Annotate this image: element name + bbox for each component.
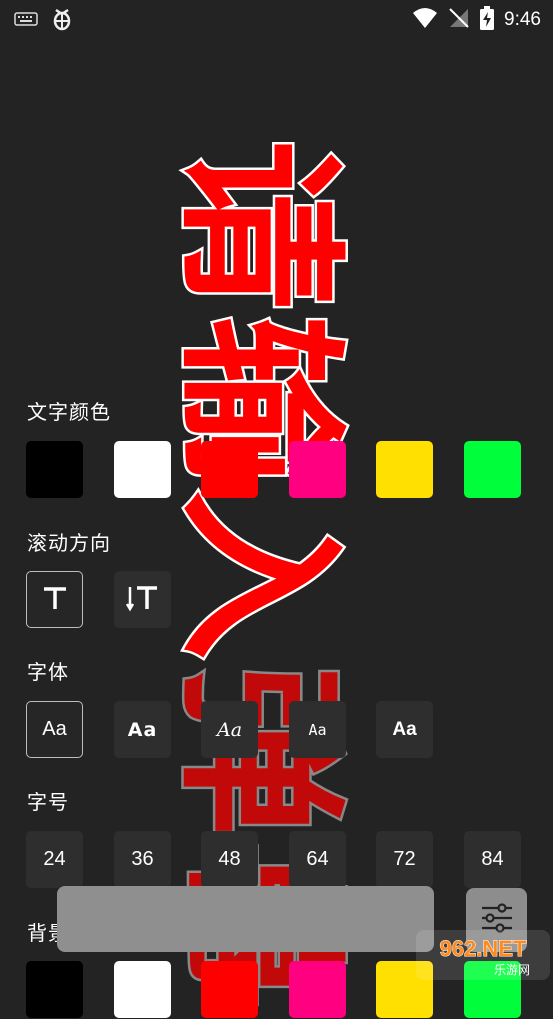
scroll-horizontal-button[interactable] [26,571,83,628]
watermark-logo: 962.NET 乐游网 [416,930,550,980]
font-row: Aa Aa Aa Aa Aa [26,701,526,759]
bg-color-swatch-white[interactable] [114,961,171,1018]
scroll-vertical-button[interactable] [114,571,171,628]
bug-icon [50,6,74,36]
scroll-direction-label: 滚动方向 [27,531,111,555]
scroll-direction-row [26,571,526,629]
bg-color-swatch-red[interactable] [201,961,258,1018]
font-size-label: 字号 [27,790,69,814]
watermark-sub: 乐游网 [494,963,530,977]
font-option-2[interactable]: Aa [114,701,171,758]
text-color-swatch-green[interactable] [464,441,521,498]
font-label: 字体 [27,660,69,684]
font-option-4[interactable]: Aa [289,701,346,758]
no-signal-icon [448,7,470,33]
status-bar-right: 9:46 [412,6,541,34]
text-color-swatch-yellow[interactable] [376,441,433,498]
font-size-24[interactable]: 24 [26,831,83,888]
text-color-swatch-red[interactable] [201,441,258,498]
status-bar-left [14,6,74,36]
font-size-48[interactable]: 48 [201,831,258,888]
font-size-64[interactable]: 64 [289,831,346,888]
font-option-5[interactable]: Aa [376,701,433,758]
bg-color-swatch-black[interactable] [26,961,83,1018]
vertical-text-icon [125,584,160,616]
marquee-char: 请 [159,140,357,310]
font-option-3[interactable]: Aa [201,701,258,758]
text-color-row [26,441,526,499]
keyboard-icon [14,11,38,31]
battery-charging-icon [480,6,495,34]
danmaku-input-bar[interactable] [57,886,434,952]
text-color-swatch-pink[interactable] [289,441,346,498]
font-size-row: 24 36 48 64 72 84 [26,831,526,889]
font-size-72[interactable]: 72 [376,831,433,888]
text-color-swatch-black[interactable] [26,441,83,498]
font-size-36[interactable]: 36 [114,831,171,888]
watermark-brand: 962.NET [440,936,527,961]
wifi-icon [412,7,438,33]
bg-color-swatch-pink[interactable] [289,961,346,1018]
text-color-label: 文字颜色 [27,400,111,424]
status-time: 9:46 [504,9,541,30]
font-option-1[interactable]: Aa [26,701,83,758]
horizontal-text-icon [41,585,69,615]
text-color-swatch-white[interactable] [114,441,171,498]
font-size-84[interactable]: 84 [464,831,521,888]
